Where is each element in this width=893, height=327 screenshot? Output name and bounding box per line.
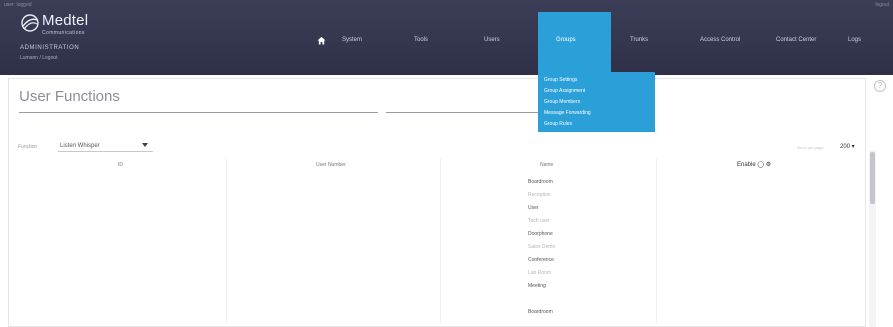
- page-size-select[interactable]: 200 ▾: [840, 143, 855, 150]
- page-title: User Functions: [19, 88, 120, 105]
- nav-tools[interactable]: Tools: [414, 37, 428, 43]
- cell-name: Boardroom: [528, 179, 553, 185]
- nav-groups[interactable]: Groups: [556, 37, 576, 43]
- nav-contact-center[interactable]: Contact Center: [776, 37, 816, 43]
- nav-users[interactable]: Users: [484, 37, 500, 43]
- dropdown-item-group-rules[interactable]: Group Rules: [544, 121, 572, 127]
- brand-tagline: Communications: [42, 30, 85, 36]
- scrollbar-thumb[interactable]: [870, 152, 875, 204]
- top-left-status: user: logged: [4, 2, 32, 8]
- app-header: user: logged logout Medtel Communication…: [0, 0, 893, 75]
- main-panel: [8, 78, 866, 327]
- cell-name: Lab Room: [528, 270, 552, 276]
- brand-name: Medtel: [42, 12, 89, 29]
- help-icon[interactable]: ?: [874, 80, 886, 92]
- nav-access-control[interactable]: Access Control: [700, 37, 740, 43]
- cell-name: Reception: [528, 192, 551, 198]
- function-select[interactable]: Listen Whisper: [58, 141, 153, 152]
- column-header-user-number[interactable]: User Number: [316, 162, 346, 168]
- cell-name: Meeting: [528, 283, 546, 289]
- filter-label: Function: [18, 144, 38, 150]
- cell-name: Conference: [528, 257, 554, 263]
- section-title: ADMINISTRATION: [20, 45, 80, 51]
- chevron-down-icon[interactable]: [142, 143, 148, 147]
- column-divider: [226, 158, 227, 324]
- groups-dropdown-menu: Group Settings Group Assignment Group Me…: [538, 72, 655, 132]
- page-size-label: items per page: [797, 145, 824, 150]
- title-divider-right: [386, 112, 539, 113]
- column-header-id[interactable]: ID: [118, 162, 123, 168]
- nav-logs[interactable]: Logs: [848, 37, 861, 43]
- nav-system[interactable]: System: [342, 37, 362, 43]
- home-icon[interactable]: [317, 36, 326, 45]
- title-divider: [19, 112, 378, 113]
- column-header-name[interactable]: Name: [540, 162, 553, 168]
- cell-name: User: [528, 205, 539, 211]
- column-divider: [440, 158, 441, 324]
- dropdown-item-message-forwarding[interactable]: Message Forwarding: [544, 110, 591, 116]
- dropdown-item-group-assignment[interactable]: Group Assignment: [544, 88, 585, 94]
- dropdown-item-group-members[interactable]: Group Members: [544, 99, 580, 105]
- cell-name: Tech user: [528, 218, 550, 224]
- cell-name: Doorphone: [528, 231, 553, 237]
- column-header-actions[interactable]: Enable ◯ ⚙: [737, 161, 771, 168]
- column-divider: [656, 158, 657, 324]
- medtel-logo-icon: [21, 14, 39, 32]
- dropdown-item-group-settings[interactable]: Group Settings: [544, 77, 577, 83]
- logout-link[interactable]: logout: [875, 2, 889, 8]
- cell-name: Boardroom: [528, 309, 553, 315]
- cell-name: Sales Demo: [528, 244, 556, 250]
- nav-trunks[interactable]: Trunks: [630, 37, 648, 43]
- current-user[interactable]: Lumann / Logout: [20, 55, 58, 61]
